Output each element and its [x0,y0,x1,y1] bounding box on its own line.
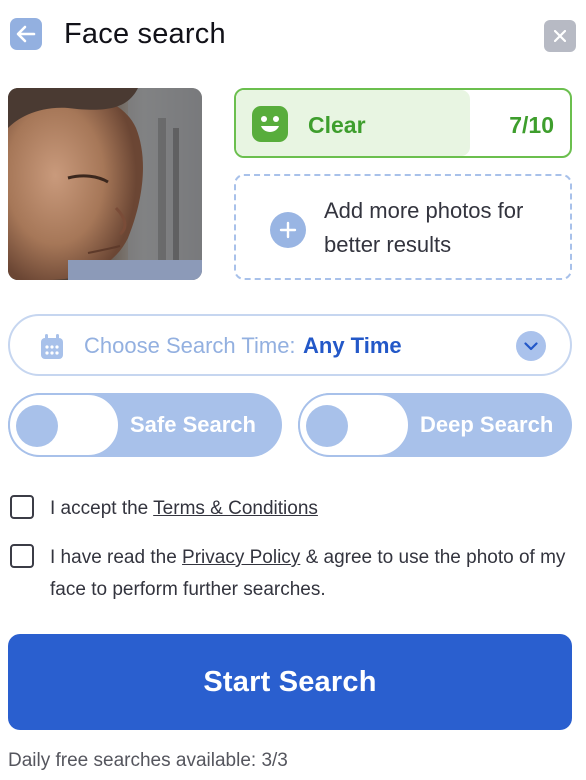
privacy-text: I have read the Privacy Policy & agree t… [50,542,570,606]
toggle-knob [16,405,58,447]
photo-quality-indicator: Clear 7/10 [234,88,572,158]
toggle-track [298,393,410,457]
toggle-track [8,393,120,457]
quality-score: 7/10 [509,112,554,138]
smile-icon [252,106,288,142]
dropdown-toggle[interactable] [516,331,546,361]
chevron-down-icon [524,341,538,350]
safe-search-label: Safe Search [130,412,256,437]
plus-icon [270,212,306,248]
terms-link[interactable]: Terms & Conditions [153,498,318,519]
search-time-prefix: Choose Search Time: [84,333,296,358]
safe-search-toggle[interactable]: Safe Search [8,393,282,457]
back-button[interactable] [10,18,42,50]
search-time-select[interactable]: Choose Search Time: Any Time [8,314,572,376]
uploaded-face-photo[interactable] [8,88,202,280]
daily-searches-text: Daily free searches available: 3/3 [8,750,288,771]
add-more-photos-button[interactable]: Add more photos for better results [234,174,572,280]
close-button[interactable] [544,20,576,52]
calendar-icon [41,334,63,359]
toggle-knob [306,405,348,447]
header: Face search [10,16,576,56]
terms-prefix: I accept the [50,498,154,519]
search-time-value: Any Time [303,333,402,358]
privacy-link[interactable]: Privacy Policy [182,547,300,568]
start-search-label: Start Search [203,665,377,698]
deep-search-toggle[interactable]: Deep Search [298,393,572,457]
deep-search-label: Deep Search [420,412,554,437]
privacy-checkbox[interactable] [10,544,34,568]
privacy-prefix: I have read the [50,547,183,568]
terms-checkbox[interactable] [10,495,34,519]
page-title: Face search [64,18,226,50]
close-icon [554,30,566,42]
terms-text: I accept the Terms & Conditions [50,493,570,525]
face-photo-image [8,88,202,280]
quality-label: Clear [308,112,366,138]
add-photos-text: Add more photos for better results [324,198,524,257]
arrow-left-icon [16,25,36,43]
start-search-button[interactable]: Start Search [8,634,572,730]
